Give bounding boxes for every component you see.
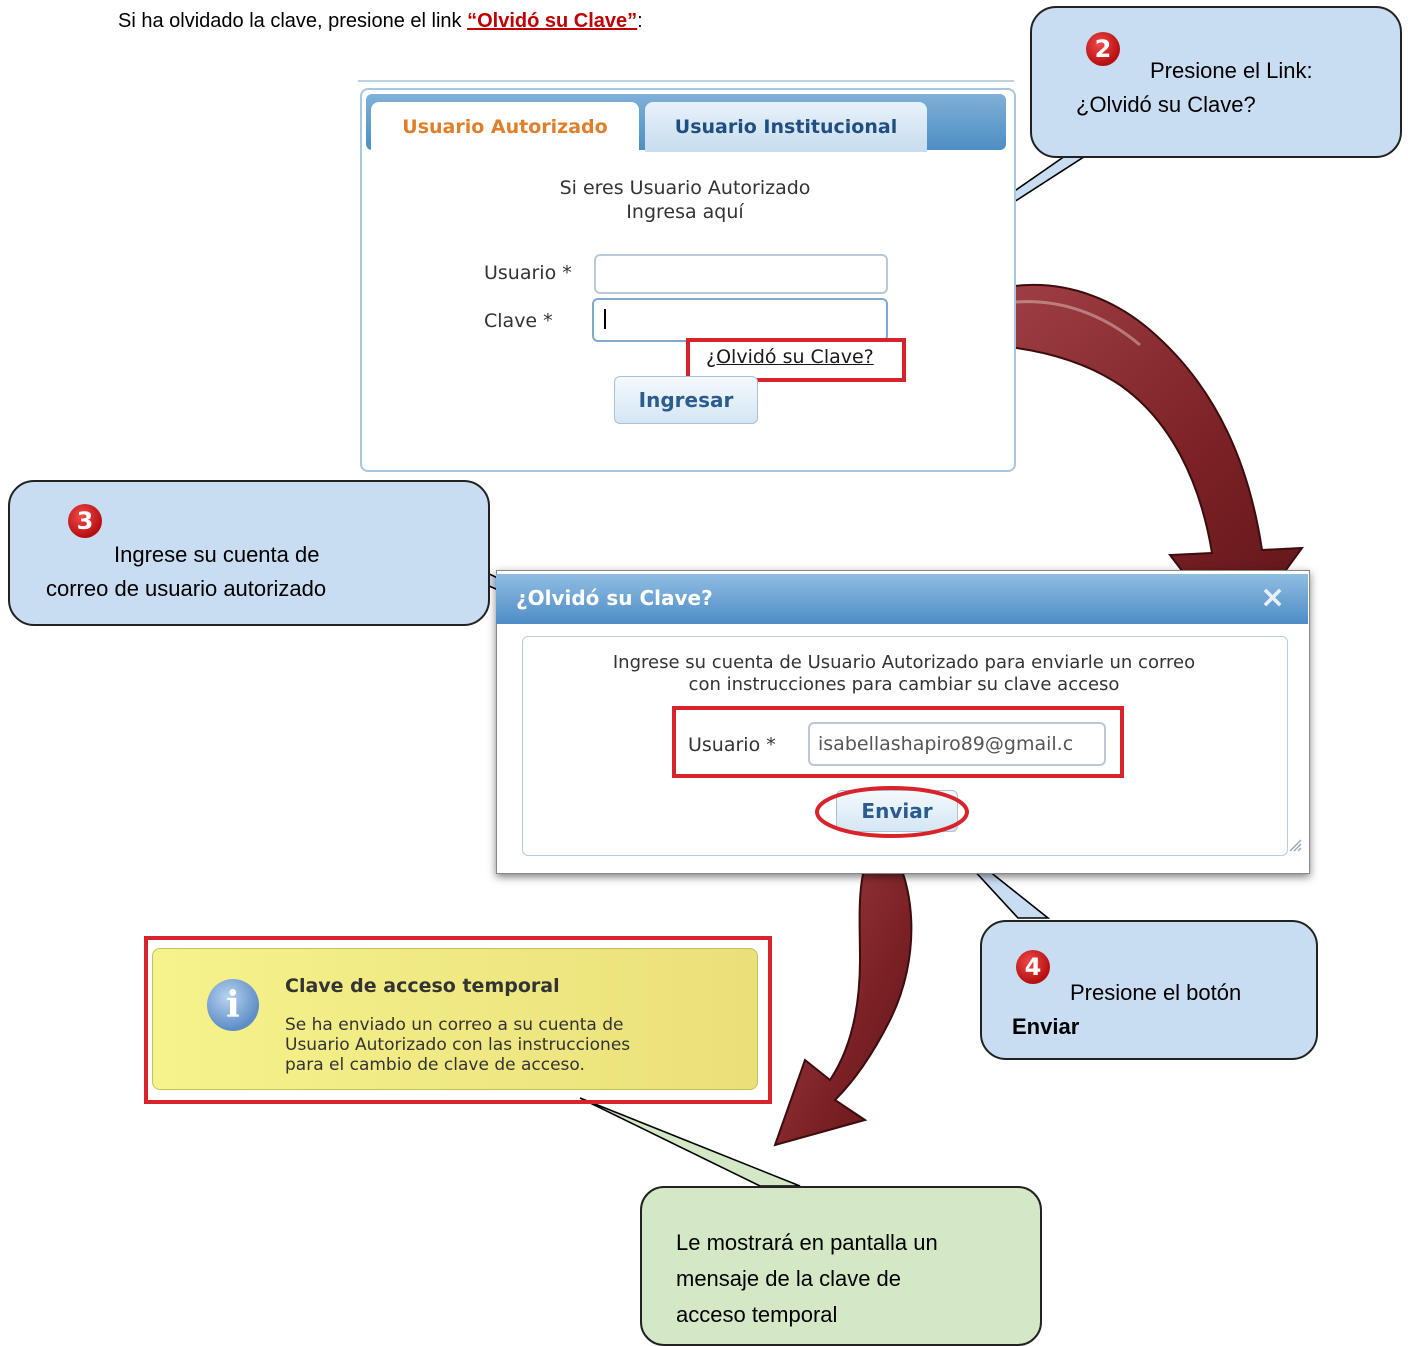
- step-2-badge: 2: [1086, 32, 1120, 66]
- tab-usuario-autorizado[interactable]: Usuario Autorizado: [371, 102, 639, 152]
- login-greeting: Si eres Usuario Autorizado Ingresa aquí: [540, 176, 830, 224]
- callout-4-line-1: Presione el botón: [1070, 980, 1242, 1005]
- instructions-line-1: Ingrese su cuenta de Usuario Autorizado …: [612, 652, 1196, 673]
- dialog-instructions: Ingrese su cuenta de Usuario Autorizado …: [522, 652, 1286, 696]
- callout-2-line-2: ¿Olvidó su Clave?: [1076, 92, 1256, 117]
- info-icon: i: [207, 979, 259, 1031]
- step-4-badge: 4: [1016, 950, 1050, 984]
- callout-step-2: 2 Presione el Link: ¿Olvidó su Clave?: [1030, 6, 1402, 158]
- toast-title: Clave de acceso temporal: [285, 975, 560, 997]
- temporary-password-toast: i Clave de acceso temporal Se ha enviado…: [152, 948, 758, 1090]
- result-pointer: [579, 1097, 801, 1187]
- tab-usuario-institucional[interactable]: Usuario Institucional: [645, 102, 927, 152]
- instructions-line-2: con instrucciones para cambiar su clave …: [688, 674, 1120, 695]
- callout-4-line-2: Enviar: [1012, 1014, 1080, 1039]
- greeting-line-2: Ingresa aquí: [626, 201, 744, 223]
- toast-body: Se ha enviado un correo a su cuenta de U…: [285, 1015, 630, 1075]
- login-top-divider: [358, 80, 1014, 82]
- toast-body-line-3: para el cambio de clave de acceso.: [285, 1055, 585, 1075]
- usuario-label: Usuario *: [484, 262, 572, 284]
- result-line-2: mensaje de la clave de: [676, 1266, 902, 1291]
- close-icon[interactable]: ×: [1260, 580, 1285, 615]
- dialog-usuario-input[interactable]: isabellashapiro89@gmail.c: [808, 722, 1106, 766]
- text-cursor: [604, 309, 606, 329]
- toast-body-line-1: Se ha enviado un correo a su cuenta de: [285, 1015, 624, 1035]
- enviar-circle-highlight: [815, 786, 969, 838]
- step-3-badge: 3: [68, 504, 102, 538]
- dialog-usuario-label: Usuario *: [688, 734, 776, 756]
- result-line-3: acceso temporal: [676, 1302, 838, 1327]
- forgot-password-link[interactable]: ¿Olvidó su Clave?: [706, 346, 874, 368]
- ingresar-button[interactable]: Ingresar: [614, 376, 758, 424]
- resize-grip-icon[interactable]: [1288, 838, 1302, 852]
- clave-input[interactable]: [592, 298, 888, 342]
- result-line-1: Le mostrará en pantalla un: [676, 1230, 938, 1255]
- callout-step-3: 3 Ingrese su cuenta de correo de usuario…: [8, 480, 490, 626]
- curved-arrow-to-toast: [773, 828, 913, 1147]
- callout-result: Le mostrará en pantalla un mensaje de la…: [640, 1186, 1042, 1346]
- dialog-usuario-value: isabellashapiro89@gmail.c: [818, 733, 1074, 755]
- callout-2-line-1: Presione el Link:: [1150, 58, 1313, 83]
- greeting-line-1: Si eres Usuario Autorizado: [559, 177, 811, 199]
- usuario-input[interactable]: [594, 254, 888, 294]
- callout-3-line-1: Ingrese su cuenta de: [114, 542, 320, 567]
- clave-label: Clave *: [484, 310, 553, 332]
- callout-3-line-2: correo de usuario autorizado: [46, 576, 327, 601]
- toast-body-line-2: Usuario Autorizado con las instrucciones: [285, 1035, 631, 1055]
- callout-step-4: 4 Presione el botón Enviar: [980, 920, 1318, 1060]
- dialog-title: ¿Olvidó su Clave?: [516, 586, 713, 610]
